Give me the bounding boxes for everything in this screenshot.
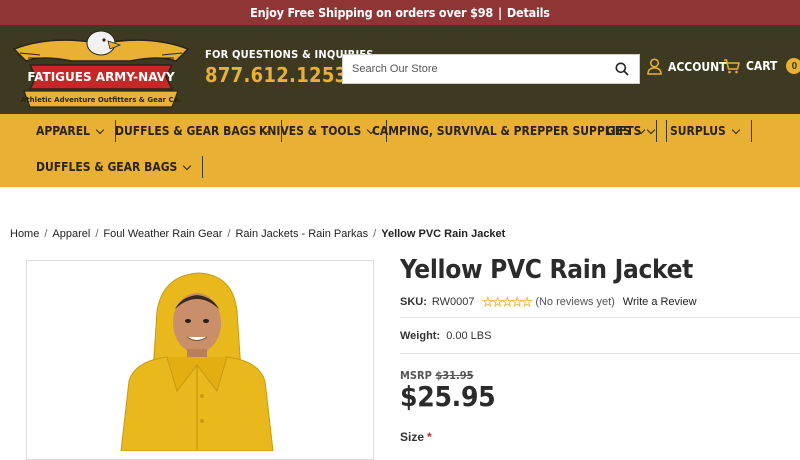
chevron-down-icon: [647, 125, 656, 134]
promo-details-link[interactable]: Details: [507, 5, 550, 20]
breadcrumb-apparel[interactable]: Apparel: [52, 228, 90, 240]
size-label: Size *: [400, 430, 432, 444]
nav-item-label: DUFFLES & GEAR BAGS: [36, 160, 178, 174]
search-icon: [615, 62, 629, 76]
product-image[interactable]: [26, 260, 374, 460]
divider: [400, 317, 800, 318]
star-icon: ★: [521, 295, 533, 310]
nav-item-label: CAMPING, SURVIVAL & PREPPER SUPPLIES: [372, 124, 631, 138]
search-button[interactable]: [605, 55, 639, 83]
promo-text: Enjoy Free Shipping on orders over $98: [250, 5, 493, 20]
cart-label: CART: [746, 59, 778, 73]
sku-row: SKU: RW0007 ★ ★ ★ ★ ★ (No reviews yet) W…: [400, 295, 697, 310]
nav-item-knives-tools[interactable]: KNIVES & TOOLS: [259, 120, 388, 142]
breadcrumb-foul-weather[interactable]: Foul Weather Rain Gear: [103, 228, 222, 240]
nav-item-duffles[interactable]: DUFFLES & GEAR BAGS: [115, 120, 283, 142]
breadcrumb-home[interactable]: Home: [10, 228, 39, 240]
chevron-down-icon: [731, 125, 741, 134]
logo-tagline: Athletic Adventure Outfitters & Gear Co.: [21, 96, 181, 104]
account-label: ACCOUNT: [668, 59, 727, 74]
breadcrumb-rain-jackets[interactable]: Rain Jackets - Rain Parkas: [235, 228, 368, 240]
user-icon: [647, 58, 662, 75]
weight-row: Weight: 0.00 LBS: [400, 330, 491, 342]
product-photo: [120, 272, 274, 451]
breadcrumb-separator: /: [95, 228, 99, 240]
promo-bar: Enjoy Free Shipping on orders over $98 |…: [0, 0, 800, 25]
weight-label: Weight:: [400, 330, 441, 342]
breadcrumb-separator: /: [373, 228, 377, 240]
divider: [400, 353, 800, 354]
write-review-link[interactable]: Write a Review: [623, 296, 697, 308]
search-input[interactable]: [343, 55, 605, 83]
store-logo[interactable]: FATIGUES ARMY-NAVY Athletic Adventure Ou…: [10, 27, 192, 113]
nav-item-label: GIFTS: [606, 124, 642, 138]
chevron-down-icon: [95, 125, 105, 134]
nav-item-label: DUFFLES & GEAR BAGS: [115, 124, 257, 138]
nav-item-label: SURPLUS: [670, 124, 726, 138]
breadcrumb-separator: /: [44, 228, 48, 240]
search-bar: [342, 54, 640, 84]
logo-title: FATIGUES ARMY-NAVY: [27, 70, 175, 84]
chevron-down-icon: [183, 161, 192, 170]
breadcrumb: Home / Apparel / Foul Weather Rain Gear …: [10, 228, 505, 240]
main-navigation: APPAREL DUFFLES & GEAR BAGS KNIVES & TOO…: [0, 114, 800, 187]
reviews-count: (No reviews yet): [535, 296, 615, 308]
cart-link[interactable]: CART 0: [723, 58, 800, 74]
nav-item-label: APPAREL: [36, 124, 90, 138]
promo-separator: |: [497, 5, 502, 20]
product-title: Yellow PVC Rain Jacket: [400, 255, 694, 285]
cart-icon: [724, 58, 740, 73]
nav-item-gifts[interactable]: GIFTS: [606, 120, 668, 142]
nav-item-label: KNIVES & TOOLS: [259, 124, 362, 138]
breadcrumb-current: Yellow PVC Rain Jacket: [381, 228, 506, 240]
nav-item-surplus[interactable]: SURPLUS: [670, 120, 752, 142]
weight-value: 0.00 LBS: [446, 330, 492, 342]
rating-stars: ★ ★ ★ ★ ★: [482, 295, 533, 310]
product-price: $25.95: [400, 380, 496, 413]
sku-label: SKU:: [400, 296, 427, 308]
account-link[interactable]: ACCOUNT: [647, 58, 727, 75]
nav-item-apparel[interactable]: APPAREL: [36, 120, 116, 142]
site-header: FATIGUES ARMY-NAVY Athletic Adventure Ou…: [0, 25, 800, 114]
nav-item-duffles-2[interactable]: DUFFLES & GEAR BAGS: [36, 156, 204, 178]
cart-count-badge: 0: [786, 58, 800, 74]
size-label-text: Size: [400, 430, 425, 444]
breadcrumb-separator: /: [227, 228, 231, 240]
sku-value: RW0007: [431, 296, 475, 308]
required-indicator: *: [427, 430, 432, 444]
